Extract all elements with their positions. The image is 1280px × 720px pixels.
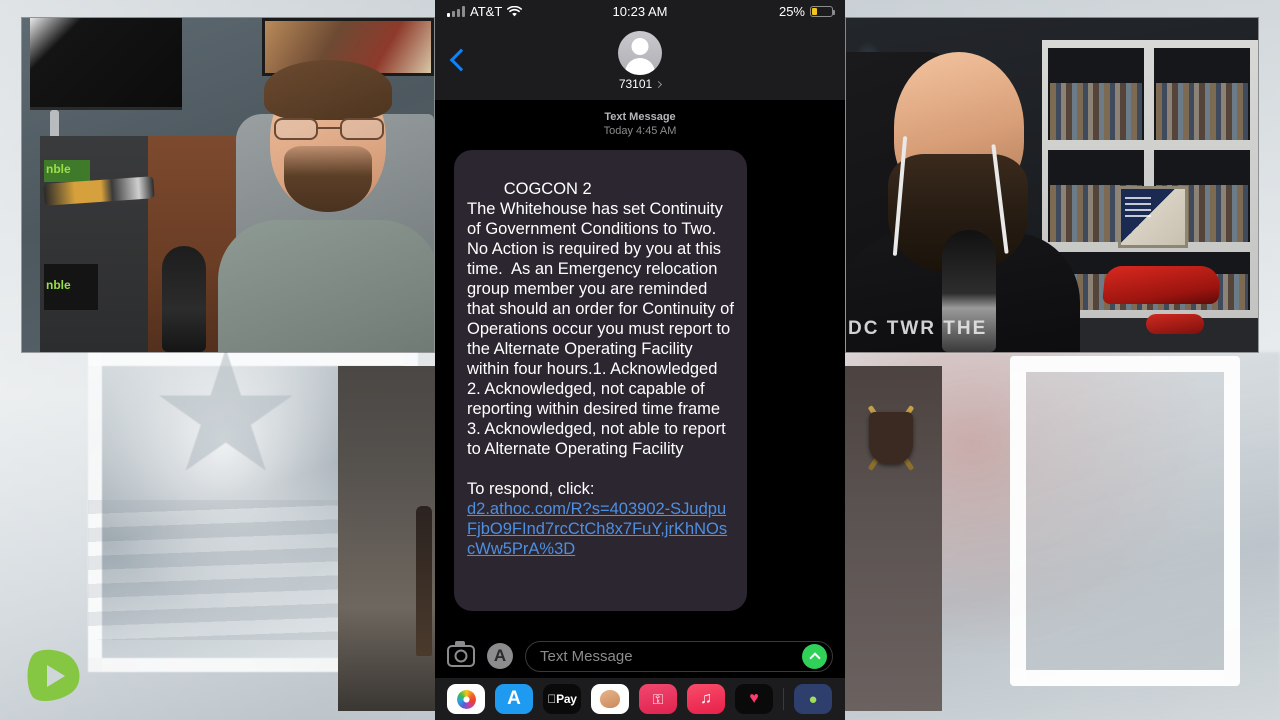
left-cam-glasses-icon — [274, 118, 384, 140]
message-respond-label: To respond, click: — [467, 480, 595, 498]
left-cam-hair — [264, 60, 392, 120]
right-cam-folded-flag — [1118, 186, 1188, 248]
message-input-bar: A Text Message — [435, 634, 845, 678]
carrier-label: AT&T — [470, 3, 503, 19]
imessage-app-drawer[interactable]: A Pay ⚿ ♫ ♥ ● — [435, 678, 845, 720]
photos-icon[interactable] — [447, 684, 485, 714]
background-right-frame — [1010, 356, 1240, 686]
music-icon[interactable]: ♫ — [687, 684, 725, 714]
status-bar-left: AT&T — [447, 3, 523, 19]
more-apps-icon[interactable]: ● — [794, 684, 832, 714]
phone-screen: AT&T 10:23 AM 25% 73101 Text Message Tod… — [435, 0, 845, 720]
back-chevron-icon[interactable] — [451, 48, 465, 72]
memoji-icon[interactable] — [591, 684, 629, 714]
chevron-right-icon — [655, 80, 663, 88]
right-cam-model-car — [1102, 266, 1222, 304]
message-bubble-incoming[interactable]: COGCON 2 The Whitehouse has set Continui… — [454, 150, 747, 611]
right-cam-model-car — [1146, 314, 1204, 334]
left-cam-tv — [30, 18, 182, 110]
app-store-icon[interactable]: A — [495, 684, 533, 714]
left-cam-microphone — [162, 246, 206, 352]
left-cam-person — [218, 60, 434, 352]
contact-name-row: 73101 — [618, 77, 663, 91]
status-bar: AT&T 10:23 AM 25% — [435, 0, 845, 22]
app-store-icon[interactable]: A — [487, 643, 513, 669]
contact-name-label: 73101 — [618, 77, 653, 91]
cellular-bars-icon — [447, 5, 465, 17]
service-label: Text Message — [604, 111, 676, 123]
right-cam-shelf-cell — [1154, 48, 1250, 140]
message-thread[interactable]: Text Message Today 4:45 AM COGCON 2 The … — [435, 100, 845, 634]
stream-screen: DC TWR THE AT&T 10:23 AM 25% — [0, 0, 1280, 720]
contact-details-button[interactable]: 73101 — [618, 31, 663, 91]
left-cam-beard — [284, 146, 372, 212]
plaque-shield-icon — [869, 412, 913, 464]
left-cam-green-box — [44, 160, 90, 182]
wifi-icon — [507, 5, 523, 16]
background-room-strip — [338, 366, 438, 711]
message-timestamp-header: Text Message Today 4:45 AM — [435, 110, 845, 138]
message-link[interactable]: d2.athoc.com/R?s=403902-SJudpuFjbO9FInd7… — [467, 499, 734, 559]
right-cam-shelf-cell — [1048, 48, 1144, 140]
right-cam-tee-text: DC TWR THE — [848, 318, 988, 339]
left-cam-dark-box — [44, 264, 98, 310]
background-wall-plaque — [840, 366, 942, 711]
message-body: COGCON 2 The Whitehouse has set Continui… — [467, 180, 734, 458]
camera-icon[interactable] — [447, 641, 475, 667]
contact-avatar-icon — [618, 31, 662, 75]
right-cam-books — [1156, 82, 1248, 140]
battery-icon — [810, 5, 835, 17]
status-bar-right: 25% — [778, 3, 835, 19]
message-input-field[interactable]: Text Message — [525, 640, 833, 672]
rumble-play-logo — [22, 648, 84, 704]
message-input-placeholder: Text Message — [540, 647, 633, 665]
battery-percent-label: 25% — [778, 3, 805, 19]
right-cam-books — [1050, 82, 1142, 140]
images-search-icon[interactable]: ⚿ — [639, 684, 677, 714]
send-arrow-icon[interactable] — [802, 643, 827, 669]
timestamp-label: Today 4:45 AM — [603, 125, 677, 137]
left-webcam-feed — [22, 18, 434, 352]
left-cam-shirt — [218, 220, 434, 352]
apple-pay-icon[interactable]: Pay — [543, 684, 581, 714]
drawer-divider — [783, 688, 784, 710]
right-webcam-feed: DC TWR THE — [846, 18, 1258, 352]
digital-touch-icon[interactable]: ♥ — [735, 684, 773, 714]
message-gap — [467, 459, 734, 479]
conversation-header: 73101 — [435, 22, 845, 100]
